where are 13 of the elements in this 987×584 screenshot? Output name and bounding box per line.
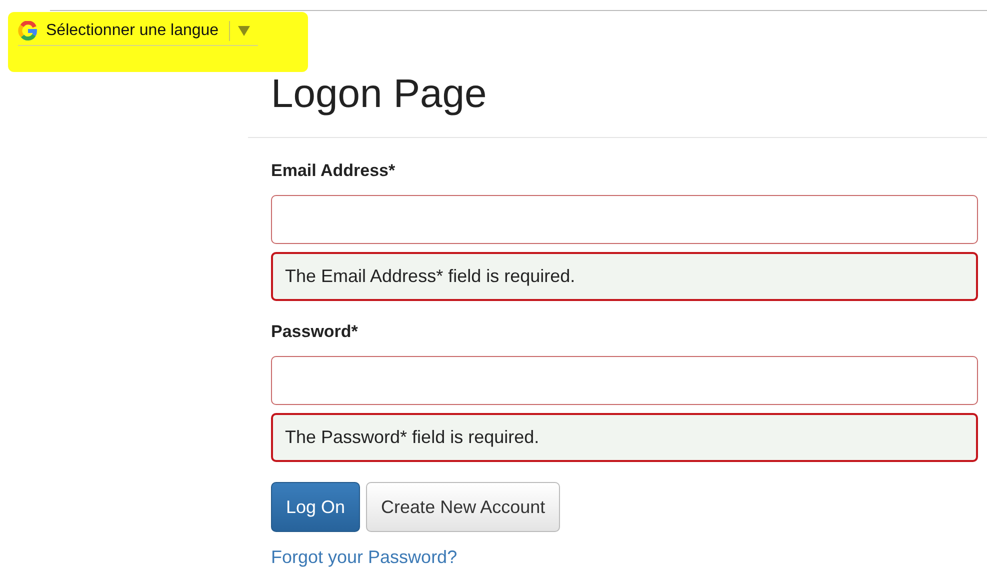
field-label: Email Address* bbox=[271, 161, 396, 181]
language-dropdown[interactable]: Sélectionner une langue bbox=[18, 16, 258, 46]
google-g-icon bbox=[18, 20, 38, 40]
create-account-button[interactable]: Create New Account bbox=[366, 482, 560, 532]
field-label: Password* bbox=[271, 322, 358, 342]
validation-error: The Password* field is required. bbox=[271, 413, 978, 462]
caret-icon bbox=[238, 26, 250, 36]
input-field[interactable] bbox=[271, 356, 978, 405]
page-title: Logon Page bbox=[271, 71, 487, 118]
validation-error: The Email Address* field is required. bbox=[271, 252, 978, 301]
forgot-password-link[interactable]: Forgot your Password? bbox=[271, 544, 458, 571]
log-on-button[interactable]: Log On bbox=[271, 482, 360, 532]
input-field[interactable] bbox=[271, 195, 978, 244]
